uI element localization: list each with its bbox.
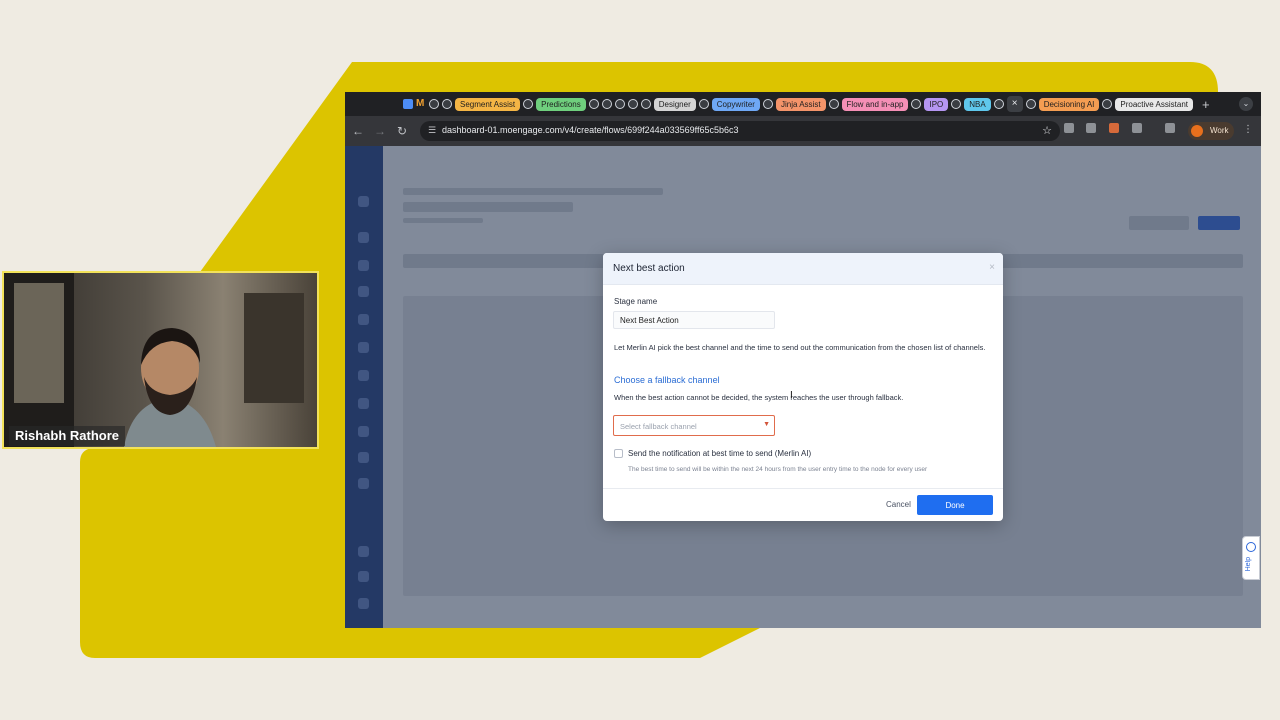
tab-icon[interactable] — [602, 99, 612, 109]
gmail-tab-icon[interactable]: M — [416, 98, 426, 110]
profile-label: Work — [1210, 126, 1229, 135]
help-label: Help — [1245, 557, 1252, 571]
extension-icon[interactable] — [1086, 123, 1096, 133]
done-button[interactable]: Done — [917, 495, 993, 515]
tab-group-segment-assist[interactable]: Segment Assist — [455, 98, 520, 111]
tab-icon[interactable] — [1102, 99, 1112, 109]
cancel-button[interactable]: Cancel — [886, 500, 911, 509]
tab-icon[interactable] — [699, 99, 709, 109]
tab-icon[interactable] — [429, 99, 439, 109]
reading-list-icon[interactable] — [1165, 123, 1175, 133]
help-tab[interactable]: Help — [1242, 536, 1260, 580]
tab-icon[interactable] — [615, 99, 625, 109]
select-placeholder: Select fallback channel — [620, 422, 697, 431]
tab-icon[interactable] — [641, 99, 651, 109]
extension-icon[interactable] — [1064, 123, 1074, 133]
browser-toolbar: ← → ↻ ☰ dashboard-01.moengage.com/v4/cre… — [345, 116, 1261, 146]
reload-icon[interactable]: ↻ — [391, 124, 413, 138]
tab-group-jinja-assist[interactable]: Jinja Assist — [776, 98, 826, 111]
tab-group-proactive-assistant[interactable]: Proactive Assistant — [1115, 98, 1193, 111]
tab-group-copywriter[interactable]: Copywriter — [712, 98, 760, 111]
tab-icon[interactable] — [1026, 99, 1036, 109]
text-cursor-icon: I — [790, 390, 793, 401]
tab-group-nba[interactable]: NBA — [964, 98, 990, 111]
tab-search-icon[interactable]: ⌄ — [1239, 97, 1253, 111]
calendar-tab-icon[interactable] — [403, 99, 413, 109]
tab-icon[interactable] — [951, 99, 961, 109]
modal-footer: Cancel Done — [603, 488, 1003, 521]
bookmark-star-icon[interactable]: ☆ — [1042, 124, 1052, 137]
tab-icon[interactable] — [829, 99, 839, 109]
merlin-description: Let Merlin AI pick the best channel and … — [614, 341, 989, 354]
new-tab-button[interactable]: + — [1202, 97, 1210, 112]
tab-group-predictions[interactable]: Predictions — [536, 98, 586, 111]
webcam-video — [4, 273, 317, 447]
menu-icon[interactable]: ⋮ — [1243, 124, 1253, 135]
best-time-checkbox[interactable] — [614, 449, 623, 458]
tab-strip: M Segment Assist Predictions Designer Co… — [345, 92, 1261, 116]
best-time-label[interactable]: Send the notification at best time to se… — [628, 449, 811, 458]
tab-icon[interactable] — [994, 99, 1004, 109]
tab-icon[interactable] — [911, 99, 921, 109]
tab-group-ipo[interactable]: IPO — [924, 98, 948, 111]
fallback-channel-select[interactable]: Select fallback channel ▼ — [613, 415, 775, 436]
url-text: dashboard-01.moengage.com/v4/create/flow… — [442, 125, 739, 135]
webcam-feed: Rishabh Rathore — [2, 271, 319, 449]
extensions-puzzle-icon[interactable] — [1132, 123, 1142, 133]
profile-button[interactable]: Work — [1188, 122, 1234, 140]
next-best-action-modal: Next best action × Stage name Let Merlin… — [603, 253, 1003, 521]
address-bar[interactable]: ☰ dashboard-01.moengage.com/v4/create/fl… — [420, 121, 1060, 141]
tab-group-decisioning-ai[interactable]: Decisioning AI — [1039, 98, 1100, 111]
tab-icon[interactable] — [763, 99, 773, 109]
modal-header: Next best action × — [603, 253, 1003, 285]
fallback-channel-title: Choose a fallback channel — [614, 375, 720, 385]
forward-arrow-icon[interactable]: → — [369, 124, 391, 138]
extension-icon[interactable] — [1109, 123, 1119, 133]
help-icon — [1246, 542, 1256, 552]
fallback-description: When the best action cannot be decided, … — [614, 393, 903, 402]
tab-group-designer[interactable]: Designer — [654, 98, 696, 111]
modal-title: Next best action — [613, 263, 685, 274]
active-tab-close-icon[interactable]: × — [1007, 96, 1023, 112]
avatar — [1191, 125, 1203, 137]
tab-icon[interactable] — [589, 99, 599, 109]
chevron-down-icon: ▼ — [763, 421, 770, 428]
back-arrow-icon[interactable]: ← — [347, 124, 369, 138]
tab-group-flow-and-in-app[interactable]: Flow and in-app — [842, 98, 909, 111]
site-settings-icon[interactable]: ☰ — [428, 125, 436, 136]
tab-icon[interactable] — [628, 99, 638, 109]
tab-icon[interactable] — [442, 99, 452, 109]
stage-name-label: Stage name — [614, 297, 657, 306]
tab-icon[interactable] — [523, 99, 533, 109]
best-time-hint: The best time to send will be within the… — [628, 466, 927, 473]
stage-name-input[interactable] — [613, 311, 775, 329]
close-icon[interactable]: × — [989, 262, 995, 273]
participant-name: Rishabh Rathore — [9, 426, 125, 446]
